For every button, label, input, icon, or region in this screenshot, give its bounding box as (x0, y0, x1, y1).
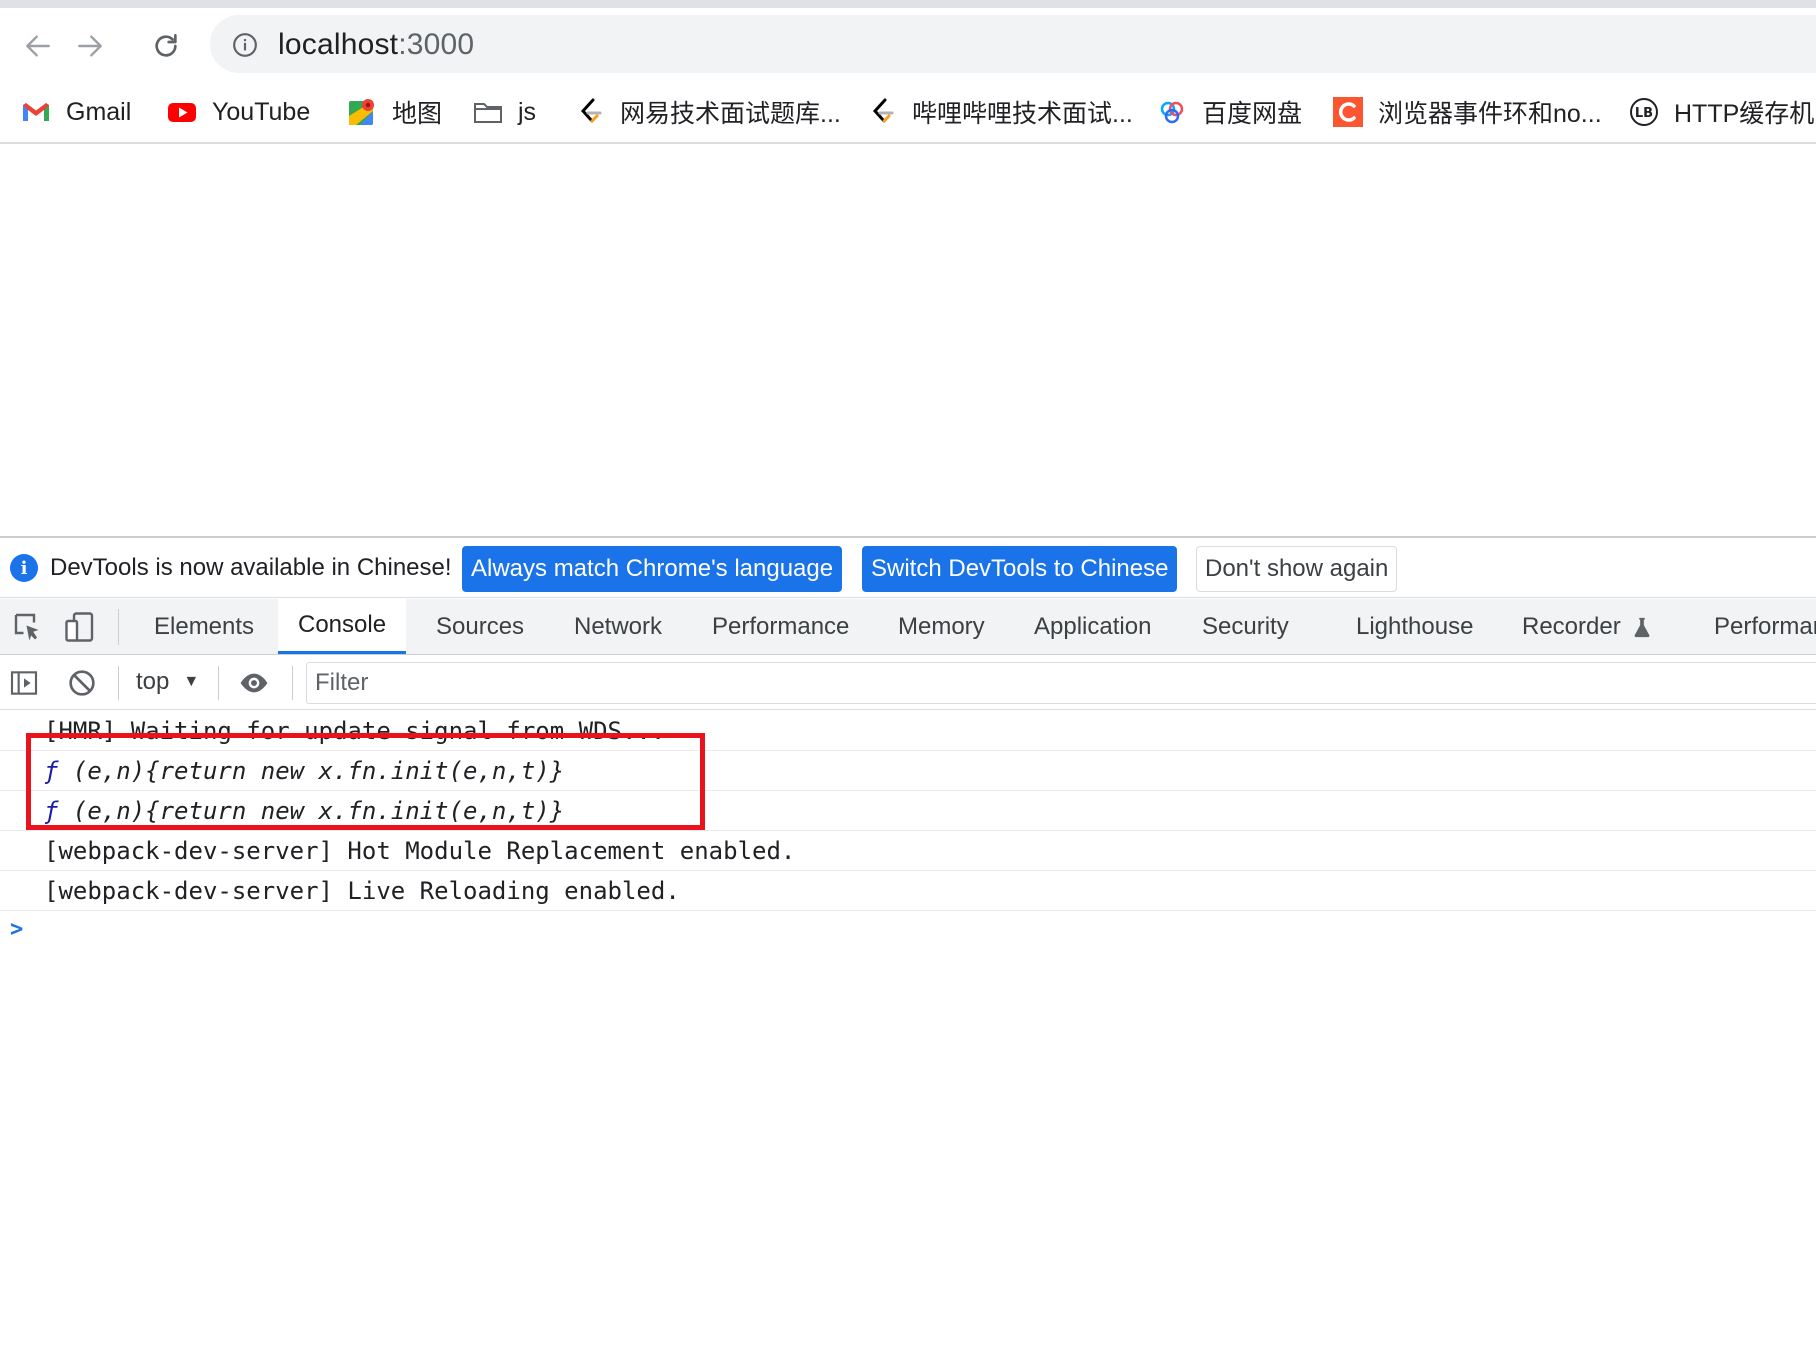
tab-performance[interactable]: Performance (692, 599, 869, 654)
youtube-icon (166, 96, 198, 128)
inspect-element-icon[interactable] (10, 609, 46, 645)
tab-performance-insights[interactable]: Performar (1694, 599, 1816, 654)
function-prefix: ƒ (44, 757, 59, 785)
console-message[interactable]: ƒ (e,n){return new x.fn.init(e,n,t)} (0, 791, 1816, 831)
tab-elements[interactable]: Elements (134, 599, 274, 654)
console-toolbar: top ▼ (0, 656, 1816, 710)
console-message: [webpack-dev-server] Live Reloading enab… (0, 871, 1816, 911)
forward-button[interactable] (70, 26, 110, 66)
dont-show-again-button[interactable]: Don't show again (1196, 546, 1398, 592)
info-icon: i (10, 554, 38, 582)
tab-application[interactable]: Application (1014, 599, 1171, 654)
dropdown-arrow-icon: ▼ (183, 673, 200, 690)
tab-network[interactable]: Network (554, 599, 682, 654)
bookmark-maps[interactable]: 地图 (346, 92, 442, 132)
back-button[interactable] (18, 26, 58, 66)
function-signature: (e,n){return new x.fn.init(e,n,t)} (58, 757, 565, 785)
bookmark-netease-interview[interactable]: 网易技术面试题库... (574, 92, 841, 132)
console-message[interactable]: ƒ (e,n){return new x.fn.init(e,n,t)} (0, 751, 1816, 791)
console-message-text: [webpack-dev-server] Live Reloading enab… (44, 877, 680, 905)
csdn-icon (1332, 96, 1364, 128)
tab-console[interactable]: Console (278, 599, 407, 654)
device-toolbar-icon[interactable] (62, 609, 98, 645)
prompt-chevron-icon: > (10, 917, 24, 942)
address-bar[interactable]: localhost:3000 (210, 15, 1816, 73)
consolebar-divider (218, 666, 219, 700)
maps-icon (346, 96, 378, 128)
function-signature: (e,n){return new x.fn.init(e,n,t)} (58, 797, 565, 825)
console-message-text: [HMR] Waiting for update signal from WDS… (44, 717, 666, 745)
reload-icon (155, 34, 177, 57)
arrow-right-icon (78, 35, 102, 57)
console-message: [HMR] Waiting for update signal from WDS… (0, 711, 1816, 751)
leetcode-icon (866, 96, 898, 128)
svg-text:LB: LB (1635, 106, 1653, 121)
bookmark-baidu-pan[interactable]: 百度网盘 (1156, 92, 1302, 132)
consolebar-divider (292, 666, 293, 700)
clear-console-icon[interactable] (66, 667, 98, 699)
window-top-strip (0, 0, 1816, 8)
tab-recorder[interactable]: Recorder (1502, 599, 1673, 654)
bookmark-folder-js[interactable]: js (472, 92, 536, 132)
consolebar-divider (118, 666, 119, 700)
console-log: [HMR] Waiting for update signal from WDS… (0, 711, 1816, 951)
live-expression-eye-icon[interactable] (238, 667, 270, 699)
switch-to-chinese-button[interactable]: Switch DevTools to Chinese (862, 546, 1178, 592)
function-prefix: ƒ (44, 797, 59, 825)
reload-button[interactable] (146, 26, 186, 66)
console-function-output[interactable]: ƒ (e,n){return new x.fn.init(e,n,t)} (44, 757, 564, 785)
devtools-panel: i DevTools is now available in Chinese! … (0, 536, 1816, 1356)
tab-lighthouse[interactable]: Lighthouse (1336, 599, 1493, 654)
baidu-pan-icon (1156, 96, 1188, 128)
site-info-icon[interactable] (232, 32, 258, 58)
folder-icon (472, 96, 504, 128)
tab-memory[interactable]: Memory (878, 599, 1005, 654)
bookmark-http-cache[interactable]: LB HTTP缓存机 (1628, 92, 1814, 132)
bookmark-csdn-event-loop[interactable]: 浏览器事件环和no... (1332, 92, 1602, 132)
filter-input[interactable] (307, 663, 1816, 703)
js-context-value: top (136, 668, 170, 695)
tab-sources[interactable]: Sources (416, 599, 544, 654)
bookmark-gmail[interactable]: Gmail (20, 92, 131, 132)
console-prompt[interactable]: > (0, 911, 1816, 951)
language-infobar: i DevTools is now available in Chinese! … (0, 538, 1816, 598)
bookmark-youtube[interactable]: YouTube (166, 92, 310, 132)
console-message: [webpack-dev-server] Hot Module Replacem… (0, 831, 1816, 871)
show-sidebar-icon[interactable] (8, 667, 40, 699)
experiment-flask-icon (1634, 617, 1650, 637)
console-message-text: [webpack-dev-server] Hot Module Replacem… (44, 837, 796, 865)
console-function-output[interactable]: ƒ (e,n){return new x.fn.init(e,n,t)} (44, 797, 564, 825)
gmail-icon (20, 96, 52, 128)
arrow-left-icon (26, 35, 50, 57)
bookmarks-bar: Gmail YouTube 地图 js 网易技术面试题库... 哔哩哔哩技术面试… (0, 80, 1816, 144)
infobar-message: DevTools is now available in Chinese! (50, 554, 452, 581)
leetcode-icon (574, 96, 606, 128)
lb-icon: LB (1628, 96, 1660, 128)
always-match-language-button[interactable]: Always match Chrome's language (462, 546, 843, 592)
tab-security[interactable]: Security (1182, 599, 1309, 654)
js-context-selector[interactable]: top ▼ (136, 668, 199, 696)
bookmark-bilibili-interview[interactable]: 哔哩哔哩技术面试... (866, 92, 1133, 132)
browser-toolbar: localhost:3000 (0, 8, 1816, 80)
devtools-tabbar: Elements Console Sources Network Perform… (0, 599, 1816, 655)
url-text: localhost:3000 (278, 28, 475, 61)
tab-recorder-label: Recorder (1522, 612, 1621, 640)
console-filter[interactable] (306, 662, 1816, 704)
tabbar-divider (118, 609, 119, 645)
